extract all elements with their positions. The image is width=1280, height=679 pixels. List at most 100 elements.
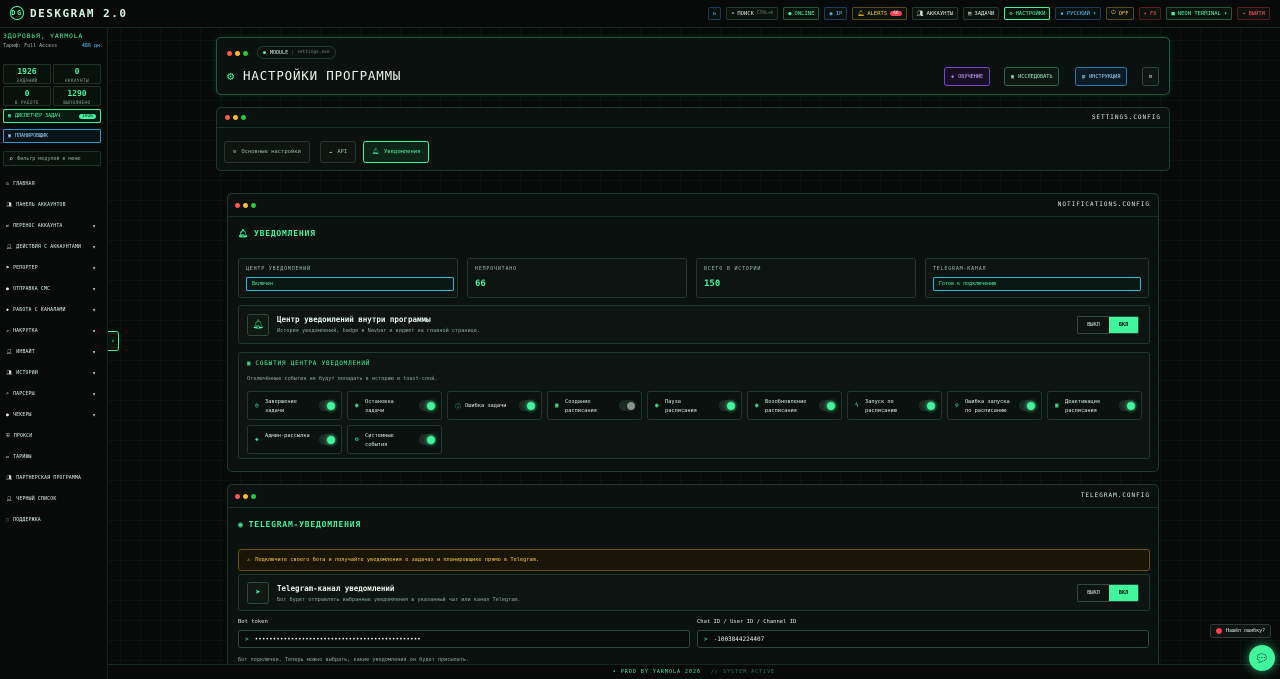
- sidebar: ЗДОРОВЬЯ, YARMOLA Тариф: Full Access 486 …: [0, 28, 108, 679]
- power-toggle[interactable]: ⏻ OFF: [1106, 7, 1134, 20]
- learn-button[interactable]: ◈ ОБУЧЕНИЕ: [944, 67, 991, 86]
- logo-icon: DG: [10, 6, 24, 20]
- online-status[interactable]: ● ONLINE: [783, 7, 820, 20]
- grid-icon: ▦: [8, 113, 12, 119]
- event-schedule-resume[interactable]: ◉ Возобновление расписания: [747, 391, 842, 420]
- event-toggle[interactable]: [419, 400, 436, 411]
- module-filter-input[interactable]: [17, 155, 95, 162]
- search-button[interactable]: ⌕ ПОИСК CTRL+K: [726, 7, 779, 20]
- notif-center-status: ЦЕНТР УВЕДОМЛЕНИЙ Включен: [238, 258, 458, 298]
- chart-icon: ↗: [6, 328, 10, 334]
- palette-icon: ■: [1171, 10, 1175, 17]
- module-settings-button[interactable]: ⚙: [1142, 67, 1159, 86]
- sidebar-item-partner[interactable]: 👥︎ ПАРТНЕРСКАЯ ПРОГРАММА: [6, 472, 96, 484]
- event-toggle[interactable]: [419, 434, 436, 445]
- sidebar-item-stories[interactable]: 👥︎ ИСТОРИИ ▾: [6, 367, 96, 379]
- event-toggle[interactable]: [719, 400, 736, 411]
- event-toggle[interactable]: [319, 434, 336, 445]
- event-task-error[interactable]: ⓘ Ошибка задачи: [447, 391, 542, 420]
- flag-icon: ▪: [1060, 10, 1064, 17]
- warning-icon: ⚠: [247, 557, 251, 563]
- off-option[interactable]: ВЫКЛ: [1078, 585, 1109, 601]
- event-toggle[interactable]: [519, 400, 536, 411]
- event-admin-broadcast[interactable]: ◈ Админ-рассылка: [247, 425, 342, 454]
- chat-id-input[interactable]: > -1003844224407: [697, 630, 1149, 648]
- theme-select[interactable]: ■ NEON TERMINAL ▾: [1166, 7, 1233, 20]
- event-schedule-run[interactable]: ϟ Запуск по расписанию: [847, 391, 942, 420]
- scheduler-button[interactable]: ▣ ПЛАНИРОВЩИК: [3, 129, 101, 143]
- settings-button[interactable]: ⚙ НАСТРОЙКИ: [1004, 7, 1051, 20]
- event-schedule-create[interactable]: ▣ Создание расписания: [547, 391, 642, 420]
- greeting: ЗДОРОВЬЯ, YARMOLA: [3, 32, 84, 40]
- fx-toggle[interactable]: ✦ FX: [1138, 7, 1162, 20]
- tab-api[interactable]: ☁ API: [320, 141, 357, 163]
- explore-button[interactable]: ▣ ИССЛЕДОВАТЬ: [1004, 67, 1060, 86]
- app-logo[interactable]: DG DESKGRAM 2.0: [10, 6, 127, 20]
- module-filter[interactable]: ⌕: [3, 151, 101, 166]
- event-toggle[interactable]: [919, 400, 936, 411]
- event-toggle[interactable]: [1019, 400, 1036, 411]
- sidebar-item-proxy[interactable]: ⛨ ПРОКСИ: [6, 430, 96, 442]
- instruction-button[interactable]: ▥ ИНСТРУКЦИЯ: [1075, 67, 1128, 86]
- event-system[interactable]: ⚙ Системные события: [347, 425, 442, 454]
- notifications-config-label: NOTIFICATIONS.CONFIG: [1057, 201, 1150, 208]
- sidebar-collapse-button[interactable]: ‹: [108, 331, 119, 351]
- footer: • PROD BY YARMOLA 2026 // SYSTEM ACTIVE: [108, 664, 1280, 679]
- telegram-channel-status: TELEGRAM-КАНАЛ Готов к подключению: [925, 258, 1149, 298]
- sidebar-item-channels[interactable]: ◆ РАБОТА С КАНАЛАМИ ▾: [6, 304, 96, 316]
- tariff-info: Тариф: Full Access 486 дн.: [3, 43, 103, 49]
- gear-icon: ⚙: [1148, 73, 1153, 80]
- sidebar-item-parsers[interactable]: ⌕ ПАРСЕРЫ ▾: [6, 388, 96, 400]
- sidebar-item-account-actions[interactable]: 👤︎ ДЕЙСТВИЯ С АККАУНТАМИ ▾: [6, 241, 96, 253]
- bot-hint: Бот подключен. Теперь можно выбрать, как…: [238, 657, 470, 663]
- logout-button[interactable]: ⇥ ВЫЙТИ: [1237, 7, 1270, 20]
- telegram-card: TELEGRAM.CONFIG ◉ TELEGRAM-УВЕДОМЛЕНИЯ ⚠ П…: [227, 484, 1159, 674]
- event-task-complete[interactable]: ◎ Завершение задачи: [247, 391, 342, 420]
- chat-fab-button[interactable]: 💬︎: [1249, 645, 1275, 671]
- event-schedule-deactivate[interactable]: ▣ Деактивация расписания: [1047, 391, 1142, 420]
- alerts-button[interactable]: 🔔︎ ALERTS 66: [852, 7, 907, 20]
- report-bug-button[interactable]: Нашёл ошибку?: [1210, 624, 1272, 638]
- task-dispatcher-button[interactable]: ▦ ДИСПЕТЧЕР ЗАДАЧ 1926: [3, 109, 101, 123]
- bot-token-input[interactable]: > •••••••••••••••••••••••••••••••••••••••…: [238, 630, 690, 648]
- event-schedule-run-error[interactable]: ⊘ Ошибка запуска по расписанию: [947, 391, 1042, 420]
- off-option[interactable]: ВЫКЛ: [1078, 317, 1109, 333]
- on-option[interactable]: ВКЛ: [1109, 585, 1138, 601]
- gear-icon: ⚙: [227, 68, 236, 83]
- sidebar-item-reporter[interactable]: ⚑ РЕПОРТЕР ▾: [6, 262, 96, 274]
- caret-down-icon: ▾: [92, 390, 96, 398]
- status-dot-icon: ●: [788, 10, 792, 17]
- notifications-card: NOTIFICATIONS.CONFIG 🔔︎ УВЕДОМЛЕНИЯ ЦЕНТР…: [227, 193, 1159, 472]
- sidebar-item-invite[interactable]: 👤︎ ИНВАЙТ ▾: [6, 346, 96, 358]
- sidebar-item-account-transfer[interactable]: ⇄ ПЕРЕНОС АККАУНТА ▾: [6, 220, 96, 232]
- event-task-stop[interactable]: ◉ Остановка задачи: [347, 391, 442, 420]
- language-select[interactable]: ▪ РУССКИЙ ▾: [1055, 7, 1102, 20]
- page-title: ⚙ НАСТРОЙКИ ПРОГРАММЫ: [227, 68, 402, 83]
- ip-button[interactable]: ◉ IP: [824, 7, 848, 20]
- event-schedule-pause[interactable]: ◉ Пауза расписания: [647, 391, 742, 420]
- card-icon: ▭: [6, 454, 10, 460]
- sidebar-item-sms[interactable]: ● ОТПРАВКА СМС ▾: [6, 283, 96, 295]
- tab-general[interactable]: ⚙ Основные настройки: [224, 141, 310, 163]
- sidebar-item-accounts-panel[interactable]: 👥︎ ПАНЕЛЬ АККАУНТОВ: [6, 199, 96, 211]
- event-toggle[interactable]: [819, 400, 836, 411]
- on-option[interactable]: ВКЛ: [1109, 317, 1138, 333]
- stat-completed: 1290 ВЫПОЛНЕНО: [53, 86, 101, 106]
- sidebar-item-boost[interactable]: ↗ НАКРУТКА ▾: [6, 325, 96, 337]
- sidebar-item-support[interactable]: ◌ ПОДДЕРЖКА: [6, 514, 96, 526]
- event-toggle[interactable]: [319, 400, 336, 411]
- megaphone-icon: ◆: [6, 307, 10, 313]
- sidebar-item-tariffs[interactable]: ▭ ТАРИФЫ: [6, 451, 96, 463]
- sidebar-item-blacklist[interactable]: 👤︎ ЧЕРНЫЙ СПИСОК: [6, 493, 96, 505]
- event-toggle[interactable]: [619, 400, 636, 411]
- sidebar-item-home[interactable]: ⌂ ГЛАВНАЯ: [6, 178, 96, 190]
- tab-notifications[interactable]: 🔔︎ Уведомления: [363, 141, 430, 163]
- sidebar-item-checkers[interactable]: ● ЧЕКЕРЫ ▾: [6, 409, 96, 421]
- accounts-button[interactable]: 👥︎ АККАУНТЫ: [911, 7, 959, 20]
- refresh-icon: ↻: [712, 10, 717, 17]
- caret-down-icon: ▾: [92, 285, 96, 293]
- refresh-button[interactable]: ↻: [707, 7, 722, 20]
- tasks-button[interactable]: ▤ ЗАДАЧИ: [963, 7, 1000, 20]
- window-dots: [225, 115, 246, 120]
- event-toggle[interactable]: [1119, 400, 1136, 411]
